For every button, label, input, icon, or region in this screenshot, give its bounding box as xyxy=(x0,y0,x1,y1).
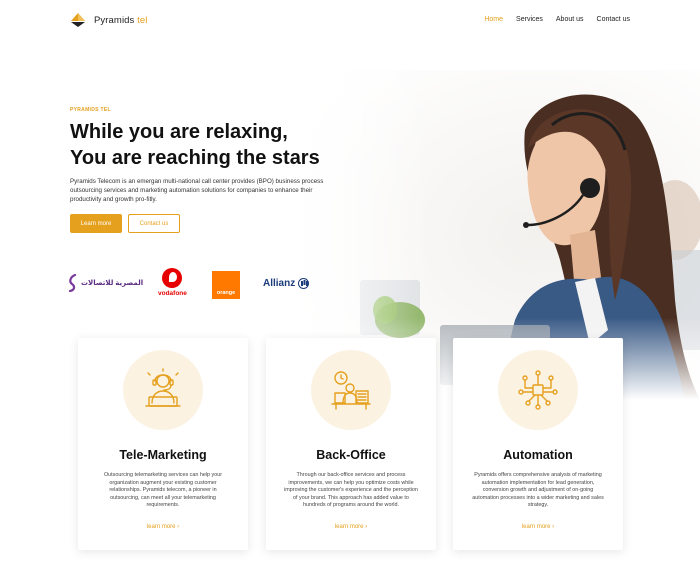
main-nav: Home Services About us Contact us xyxy=(484,16,630,23)
headset-agent-icon xyxy=(123,350,203,430)
services-section: Tele-Marketing Outsourcing telemarketing… xyxy=(78,338,624,550)
card-title: Back-Office xyxy=(316,448,386,462)
back-office-learn-more-link[interactable]: learn more › xyxy=(266,524,436,530)
hero-headline: While you are relaxing, You are reaching… xyxy=(70,119,320,171)
vodafone-mark-icon xyxy=(162,268,183,288)
learn-more-button[interactable]: Learn more xyxy=(70,214,122,233)
service-card-automation: Automation Pyramids offers comprehensive… xyxy=(453,338,623,550)
headline-line-1: While you are relaxing, xyxy=(70,121,288,143)
card-title: Automation xyxy=(503,448,573,462)
card-title: Tele-Marketing xyxy=(119,448,207,462)
card-description: Pyramids offers comprehensive analysis o… xyxy=(472,472,604,509)
nav-services[interactable]: Services xyxy=(516,16,543,23)
orange-logo: orange xyxy=(212,271,240,299)
partner-logos: المصرية للاتصالات vodafone orange Allian… xyxy=(68,268,328,302)
vodafone-logo: vodafone xyxy=(158,268,187,297)
nav-contact[interactable]: Contact us xyxy=(597,16,630,23)
pyramid-logo-icon xyxy=(71,13,85,27)
nav-home[interactable]: Home xyxy=(484,16,503,23)
network-nodes-icon xyxy=(498,350,578,430)
contact-us-button[interactable]: Contact us xyxy=(128,214,180,233)
hero-description: Pyramids Telecom is an emergan multi-nat… xyxy=(70,178,324,203)
telemarketing-learn-more-link[interactable]: learn more › xyxy=(78,524,248,530)
service-card-telemarketing: Tele-Marketing Outsourcing telemarketing… xyxy=(78,338,248,550)
hero-eyebrow: PYRAMIDS TEL xyxy=(70,107,111,113)
automation-learn-more-link[interactable]: learn more › xyxy=(453,524,623,530)
office-worker-icon xyxy=(311,350,391,430)
card-description: Through our back-office services and pro… xyxy=(284,472,418,509)
logo-text: Pyramids tel xyxy=(94,14,148,26)
telecom-egypt-mark-icon xyxy=(68,274,77,292)
card-description: Outsourcing telemarketing services can h… xyxy=(103,472,223,509)
allianz-mark-icon xyxy=(298,278,310,289)
site-header: Pyramids tel Home Services About us Cont… xyxy=(0,0,700,42)
nav-about[interactable]: About us xyxy=(556,16,584,23)
headline-line-2: You are reaching the stars xyxy=(70,147,320,169)
site-logo[interactable]: Pyramids tel xyxy=(70,12,148,28)
service-card-back-office: Back-Office Through our back-office serv… xyxy=(266,338,436,550)
telecom-egypt-logo: المصرية للاتصالات xyxy=(68,274,143,292)
allianz-logo: Allianz xyxy=(263,278,310,289)
